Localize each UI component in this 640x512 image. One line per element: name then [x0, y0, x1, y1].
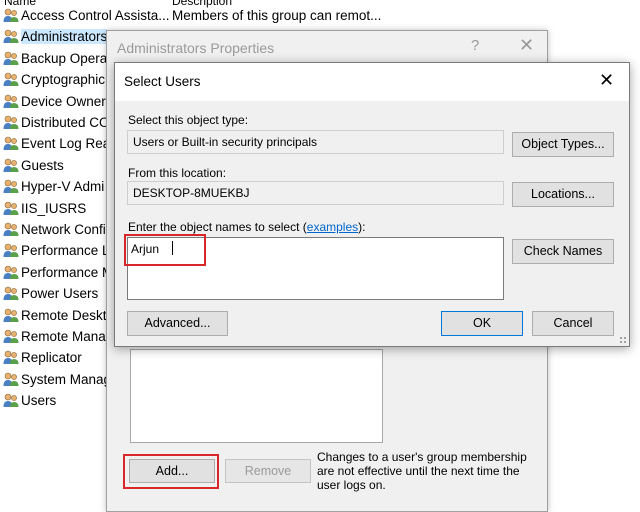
group-icon [3, 329, 19, 344]
help-button[interactable]: ? [471, 37, 479, 54]
group-name: Remote Deskto [21, 307, 115, 323]
names-label: Enter the object names to select (exampl… [128, 220, 365, 234]
names-label-prefix: Enter the object names to select ( [128, 220, 307, 234]
select-users-title: Select Users [124, 74, 201, 89]
group-name: Administrators [21, 29, 108, 45]
group-icon [3, 8, 19, 23]
group-name: Access Control Assista... [21, 8, 170, 23]
group-name: System Manag [21, 371, 112, 387]
resize-grip[interactable] [619, 336, 627, 344]
group-icon [3, 94, 19, 109]
group-icon [3, 265, 19, 280]
object-types-button[interactable]: Object Types... [512, 132, 614, 157]
check-names-button[interactable]: Check Names [512, 239, 614, 264]
group-icon [3, 372, 19, 387]
group-description: Members of this group can remot... [172, 8, 382, 23]
props-dialog-title: Administrators Properties [117, 40, 275, 56]
props-close-button[interactable]: ✕ [519, 35, 534, 56]
group-name: Replicator [21, 350, 82, 366]
select-users-dialog: Select Users ✕ Select this object type: … [114, 62, 630, 347]
object-type-field: Users or Built-in security principals [127, 130, 504, 154]
examples-link[interactable]: examples [307, 220, 358, 234]
cancel-button[interactable]: Cancel [532, 311, 614, 336]
members-listbox[interactable] [130, 349, 383, 443]
group-name: Event Log Rea [21, 136, 111, 152]
group-icon [3, 158, 19, 173]
group-icon [3, 179, 19, 194]
group-icon [3, 222, 19, 237]
group-name: Distributed CO [21, 115, 110, 130]
group-name: Remote Manag [21, 329, 114, 344]
group-icon [3, 136, 19, 151]
ok-button[interactable]: OK [441, 311, 523, 336]
group-name: Performance M [21, 264, 114, 280]
group-icon [3, 115, 19, 130]
group-icon [3, 350, 19, 365]
locations-button[interactable]: Locations... [512, 182, 614, 207]
select-users-close-button[interactable]: ✕ [599, 70, 614, 91]
group-name: Network Confi [21, 222, 106, 237]
group-icon [3, 201, 19, 216]
advanced-button[interactable]: Advanced... [127, 311, 228, 336]
group-icon [3, 72, 19, 87]
select-users-titlebar: Select Users ✕ [115, 63, 629, 101]
location-label: From this location: [128, 166, 227, 180]
group-name: Device Owners [21, 93, 113, 109]
location-field: DESKTOP-8MUEKBJ [127, 181, 504, 205]
group-name: Cryptographic [21, 72, 106, 88]
group-name: Hyper-V Admi [21, 179, 105, 195]
typed-name-highlight [124, 234, 206, 266]
group-name: Guests [21, 157, 64, 173]
names-label-suffix: ): [358, 220, 366, 234]
group-icon [3, 308, 19, 323]
membership-note: Changes to a user's group membership are… [317, 450, 527, 492]
group-name: IIS_IUSRS [21, 200, 87, 216]
group-name: Power Users [21, 286, 99, 302]
group-icon [3, 51, 19, 66]
group-name: Backup Operat [21, 50, 112, 66]
object-type-label: Select this object type: [128, 113, 249, 127]
add-button-highlight [123, 454, 219, 489]
group-name: Performance Lo [21, 243, 118, 259]
group-icon [3, 393, 19, 408]
group-icon [3, 286, 19, 301]
group-icon [3, 243, 19, 258]
group-icon [3, 29, 19, 44]
group-row[interactable]: Access Control Assista... Members of this… [0, 5, 640, 26]
remove-button[interactable]: Remove [225, 459, 311, 483]
group-name: Users [21, 393, 57, 409]
